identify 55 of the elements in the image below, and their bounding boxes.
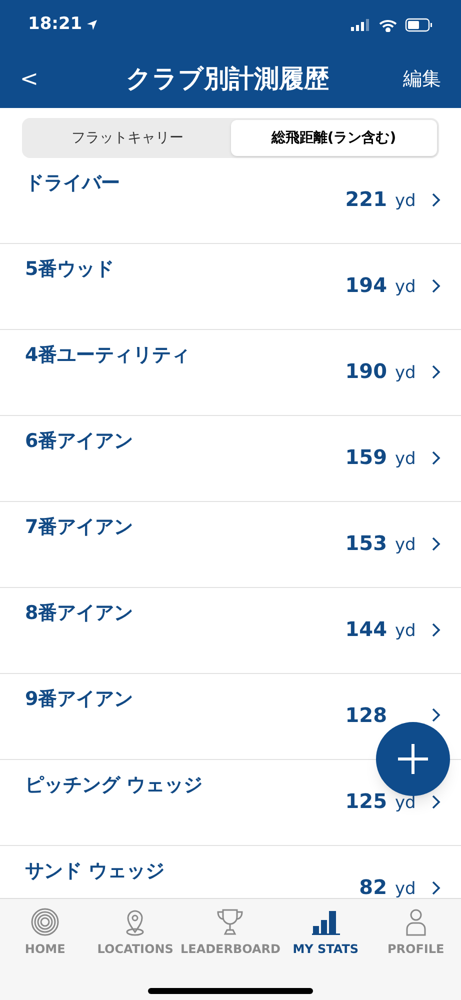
distance-unit: yd (395, 793, 416, 813)
club-name: 5番ウッド (25, 260, 116, 279)
club-name: サンド ウェッジ (25, 862, 166, 881)
distance-unit: yd (395, 277, 416, 297)
club-row[interactable]: 8番アイアン 144 yd (0, 588, 461, 674)
distance-value: 153 (345, 533, 387, 553)
distance-value: 159 (345, 447, 387, 467)
club-row[interactable]: 7番アイアン 153 yd (0, 502, 461, 588)
chevron-right-icon (431, 278, 441, 294)
distance-value: 125 (345, 791, 387, 811)
distance-unit: yd (395, 879, 416, 898)
plus-icon (397, 743, 429, 775)
back-button[interactable]: < (20, 62, 52, 96)
club-name: 9番アイアン (25, 690, 134, 709)
chevron-right-icon (431, 192, 441, 208)
tab-bar-item[interactable]: MY STATS (280, 907, 371, 958)
distance-value: 82 (359, 877, 387, 897)
club-name: ドライバー (25, 174, 121, 193)
location-arrow-icon (86, 19, 98, 31)
club-name: 7番アイアン (25, 518, 134, 537)
chevron-right-icon (431, 622, 441, 638)
distance-value: 194 (345, 275, 387, 295)
club-name: ピッチング ウェッジ (25, 776, 204, 795)
chevron-right-icon (431, 364, 441, 380)
trophy-icon (215, 907, 246, 937)
club-name: 6番アイアン (25, 432, 134, 451)
wifi-icon (379, 18, 397, 32)
battery-icon (405, 18, 433, 32)
chevron-right-icon (431, 450, 441, 466)
club-row[interactable]: 6番アイアン 159 yd (0, 416, 461, 502)
distance-unit: yd (395, 191, 416, 211)
distance-unit: yd (395, 363, 416, 383)
page-title: クラブ別計測履歴 (126, 63, 329, 96)
segment-tab[interactable]: フラットキャリー (24, 120, 230, 156)
distance-unit: yd (395, 621, 416, 641)
target-icon (30, 907, 60, 937)
club-row[interactable]: 5番ウッド 194 yd (0, 244, 461, 330)
club-row[interactable]: ドライバー 221 yd (0, 168, 461, 244)
distance-value: 144 (345, 619, 387, 639)
signal-icon (351, 19, 371, 31)
club-name: 8番アイアン (25, 604, 134, 623)
chevron-right-icon (431, 794, 441, 810)
chevron-right-icon (431, 707, 441, 723)
chevron-right-icon (431, 880, 441, 896)
club-row[interactable]: 4番ユーティリティ 190 yd (0, 330, 461, 416)
chevron-right-icon (431, 536, 441, 552)
segment-tab[interactable]: 総飛距離(ラン含む) (230, 120, 437, 156)
club-name: 4番ユーティリティ (25, 346, 192, 365)
distance-unit: yd (395, 449, 416, 469)
edit-button[interactable]: 編集 (403, 64, 441, 94)
distance-value: 128 (345, 705, 387, 725)
distance-value: 221 (345, 189, 387, 209)
status-time: 18:21 (28, 13, 82, 36)
distance-unit: yd (395, 535, 416, 555)
distance-value: 190 (345, 361, 387, 381)
